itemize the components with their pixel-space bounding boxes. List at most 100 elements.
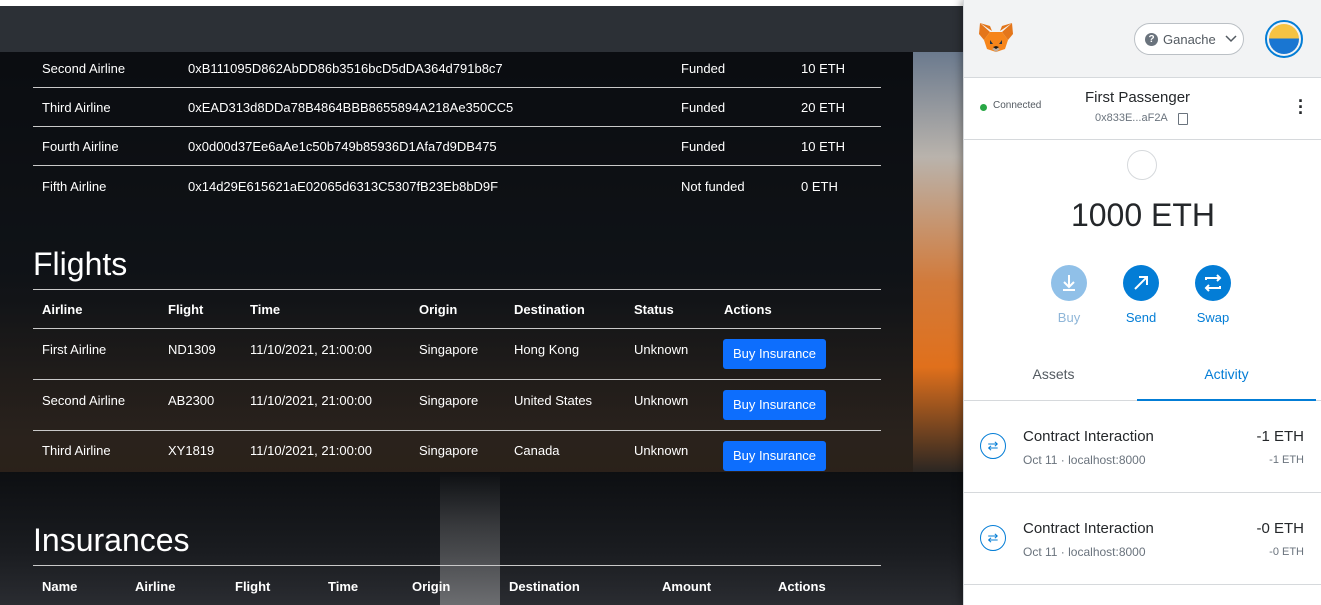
transaction-item[interactable]: ⇄ Contract Interaction Oct 11 · localhos… [964,401,1321,493]
airline-name: Fourth Airline [42,139,119,154]
page-top-bar [0,6,963,52]
header-actions: Actions [778,579,826,594]
network-selector[interactable]: ? Ganache [1134,23,1244,55]
transaction-meta: Oct 11 · localhost:8000 [1023,453,1146,467]
flight-destination: Canada [514,443,560,458]
flight-status: Unknown [634,443,689,458]
question-icon: ? [1145,33,1158,46]
airline-status: Funded [681,100,726,115]
insurances-heading: Insurances [33,522,190,558]
flight-row: First Airline ND1309 11/10/2021, 21:00:0… [33,329,881,380]
airline-status: Not funded [681,179,745,194]
download-icon [1051,265,1087,301]
flight-time: 11/10/2021, 21:00:00 [250,342,372,357]
flight-airline: Second Airline [42,393,126,408]
header-status: Status [634,302,674,317]
balance: 1000 ETH [1070,197,1216,233]
swap-button[interactable]: Swap [1183,265,1243,325]
account-bar: Connected First Passenger 0x833E...aF2A … [964,78,1321,140]
header-time: Time [328,579,359,594]
flight-code: AB2300 [168,393,215,408]
account-name: First Passenger [1085,89,1191,106]
airline-row: Third Airline 0xEAD313d8DDa78B4864BBB865… [33,88,881,127]
header-name: Name [42,579,78,594]
transaction-amount-secondary: -0 ETH [1269,546,1304,558]
tab-activity[interactable]: Activity [1137,353,1316,401]
transaction-title: Contract Interaction [1023,520,1154,537]
chevron-down-icon [1225,31,1237,48]
transaction-amount: -1 ETH [1256,428,1304,445]
flight-origin: Singapore [419,443,479,458]
header-destination: Destination [509,579,580,594]
flight-airline: Third Airline [42,443,111,458]
send-button[interactable]: Send [1111,265,1171,325]
airline-status: Funded [681,139,726,154]
swap-icon: ⇄ [980,433,1006,459]
metamask-fox-icon[interactable] [978,22,1014,54]
header-destination: Destination [514,302,585,317]
buy-insurance-button[interactable]: Buy Insurance [723,441,826,471]
buy-insurance-button[interactable]: Buy Insurance [723,339,826,369]
connected-status-icon [980,104,987,111]
airline-row: Fifth Airline 0x14d29E615621aE02065d6313… [33,166,881,206]
header-airline: Airline [42,302,83,317]
header-time: Time [250,302,281,317]
airline-address: 0xEAD313d8DDa78B4864BBB8655894A218Ae350C… [188,100,514,115]
connected-status[interactable]: Connected [993,100,1041,111]
swap-icon: ⇄ [980,525,1006,551]
send-label: Send [1125,310,1157,325]
header-amount: Amount [662,579,712,594]
header-origin: Origin [419,302,458,317]
swap-label: Swap [1196,310,1230,325]
metamask-popup: ? Ganache Connected First Passenger 0x83… [963,0,1321,605]
insurances-table-header: Name Airline Flight Time Origin Destinat… [33,565,881,605]
flight-time: 11/10/2021, 21:00:00 [250,443,372,458]
account-address[interactable]: 0x833E...aF2A [1095,112,1168,124]
metamask-header: ? Ganache [964,0,1321,78]
airline-fund: 0 ETH [801,179,838,194]
flight-origin: Singapore [419,342,479,357]
airline-status: Funded [681,61,726,76]
account-avatar[interactable] [1265,20,1303,58]
buy-button[interactable]: Buy [1039,265,1099,325]
airline-row: Second Airline 0xB111095D862AbDD86b3516b… [33,52,881,88]
transaction-title: Contract Interaction [1023,428,1154,445]
header-flight: Flight [168,302,204,317]
flight-destination: Hong Kong [514,342,580,357]
airline-name: Fifth Airline [42,179,107,194]
flight-row: Second Airline AB2300 11/10/2021, 21:00:… [33,380,881,431]
flight-time: 11/10/2021, 21:00:00 [250,393,372,408]
flight-status: Unknown [634,342,689,357]
transaction-amount-secondary: -1 ETH [1269,454,1304,466]
flight-origin: Singapore [419,393,479,408]
header-airline: Airline [135,579,176,594]
transaction-item[interactable]: ⇄ Contract Interaction Oct 11 · localhos… [964,493,1321,585]
transaction-amount: -0 ETH [1256,520,1304,537]
copy-icon[interactable] [1178,113,1188,125]
airline-name: Second Airline [42,61,126,76]
airline-name: Third Airline [42,100,111,115]
airline-address: 0x14d29E615621aE02065d6313C5307fB23Eb8bD… [188,179,499,194]
airline-fund: 10 ETH [801,61,846,76]
buy-insurance-button[interactable]: Buy Insurance [723,390,826,420]
account-options-icon[interactable]: · · · [1298,92,1304,122]
header-actions: Actions [724,302,772,317]
tab-assets[interactable]: Assets [964,353,1143,401]
flight-destination: United States [514,393,593,408]
flight-row: Third Airline XY1819 11/10/2021, 21:00:0… [33,431,881,482]
network-name: Ganache [1163,32,1216,47]
flight-airline: First Airline [42,342,107,357]
header-origin: Origin [412,579,451,594]
flight-code: XY1819 [168,443,215,458]
asset-activity-tabs: Assets Activity [964,353,1321,401]
airline-address: 0x0d00d37Ee6aAe1c50b749b85936D1Afa7d9DB4… [188,139,497,154]
flights-heading: Flights [33,246,128,282]
token-icon [1127,150,1157,180]
swap-icon [1195,265,1231,301]
airline-fund: 20 ETH [801,100,846,115]
airline-fund: 10 ETH [801,139,846,154]
header-flight: Flight [235,579,271,594]
buy-label: Buy [1057,310,1081,325]
transaction-meta: Oct 11 · localhost:8000 [1023,545,1146,559]
flight-status: Unknown [634,393,689,408]
